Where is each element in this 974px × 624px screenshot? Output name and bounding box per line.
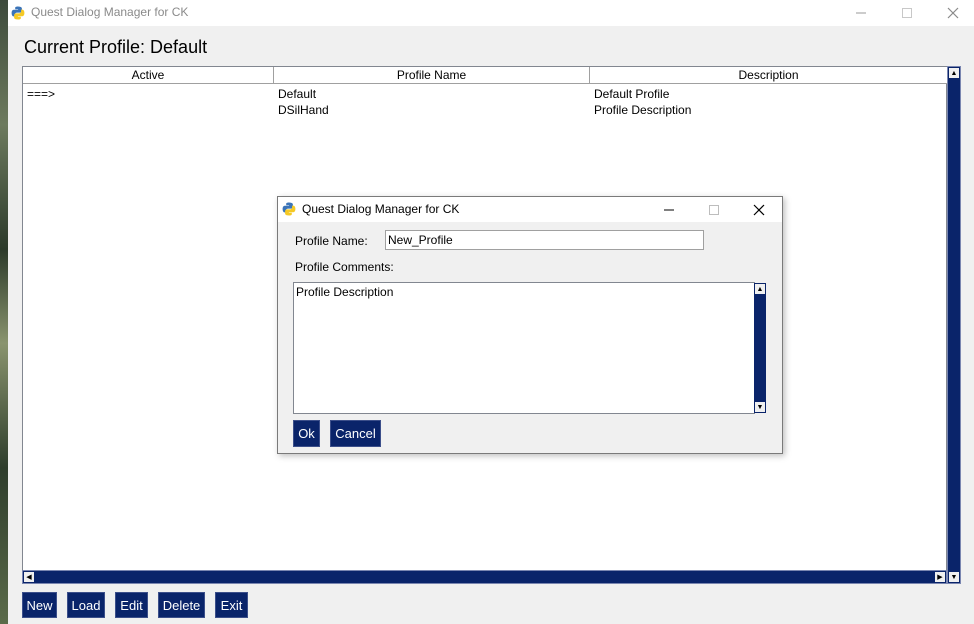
row-profile-name: Default xyxy=(278,87,317,101)
maximize-icon xyxy=(902,8,912,18)
scroll-down-arrow-icon[interactable]: ▼ xyxy=(755,402,765,412)
dialog-title-bar[interactable]: Quest Dialog Manager for CK xyxy=(278,197,782,222)
scroll-left-arrow-icon[interactable]: ◀ xyxy=(24,572,34,582)
close-icon xyxy=(753,204,764,215)
scroll-right-arrow-icon[interactable]: ▶ xyxy=(935,572,945,582)
close-icon xyxy=(947,7,959,19)
scroll-up-arrow-icon[interactable]: ▲ xyxy=(949,68,959,78)
title-bar[interactable]: Quest Dialog Manager for CK xyxy=(8,0,974,26)
edit-button[interactable]: Edit xyxy=(115,592,148,618)
minimize-icon xyxy=(856,12,866,14)
dialog-title: Quest Dialog Manager for CK xyxy=(302,202,460,216)
column-header-profile-name[interactable]: Profile Name xyxy=(274,67,590,84)
close-button[interactable] xyxy=(930,0,974,26)
delete-button[interactable]: Delete xyxy=(158,592,205,618)
comments-vertical-scrollbar[interactable]: ▲ ▼ xyxy=(754,283,766,413)
row-active-marker: ===> xyxy=(27,87,56,101)
table-vertical-scrollbar[interactable]: ▲ ▼ xyxy=(947,66,961,584)
exit-button[interactable]: Exit xyxy=(215,592,248,618)
column-header-active[interactable]: Active xyxy=(23,67,274,84)
row-profile-name: DSilHand xyxy=(278,103,329,117)
dialog-maximize-button[interactable] xyxy=(691,197,736,222)
profile-dialog: Quest Dialog Manager for CK Profile Name… xyxy=(277,196,783,454)
row-description: Profile Description xyxy=(594,103,692,117)
python-icon xyxy=(282,202,296,216)
profile-name-label: Profile Name: xyxy=(295,234,368,248)
profile-comments-textarea[interactable]: Profile Description xyxy=(293,282,755,414)
profile-name-input[interactable] xyxy=(385,230,704,250)
current-profile-heading: Current Profile: Default xyxy=(24,37,208,57)
new-button[interactable]: New xyxy=(22,592,57,618)
maximize-icon xyxy=(708,204,719,215)
dialog-close-button[interactable] xyxy=(736,197,781,222)
profile-comments-text: Profile Description xyxy=(296,285,394,299)
minimize-icon xyxy=(663,209,674,210)
minimize-button[interactable] xyxy=(838,0,884,26)
dialog-minimize-button[interactable] xyxy=(646,197,691,222)
scroll-up-arrow-icon[interactable]: ▲ xyxy=(755,284,765,294)
row-description: Default Profile xyxy=(594,87,670,101)
window-title: Quest Dialog Manager for CK xyxy=(31,5,189,19)
cancel-button[interactable]: Cancel xyxy=(330,420,381,447)
profile-comments-label: Profile Comments: xyxy=(295,260,394,274)
load-button[interactable]: Load xyxy=(67,592,105,618)
scroll-down-arrow-icon[interactable]: ▼ xyxy=(949,572,959,582)
python-icon xyxy=(11,6,25,20)
desktop-background-strip xyxy=(0,0,8,624)
maximize-button[interactable] xyxy=(884,0,930,26)
ok-button[interactable]: Ok xyxy=(293,420,320,447)
table-horizontal-scrollbar[interactable]: ◀ ▶ xyxy=(22,570,947,584)
column-header-description[interactable]: Description xyxy=(590,67,947,84)
